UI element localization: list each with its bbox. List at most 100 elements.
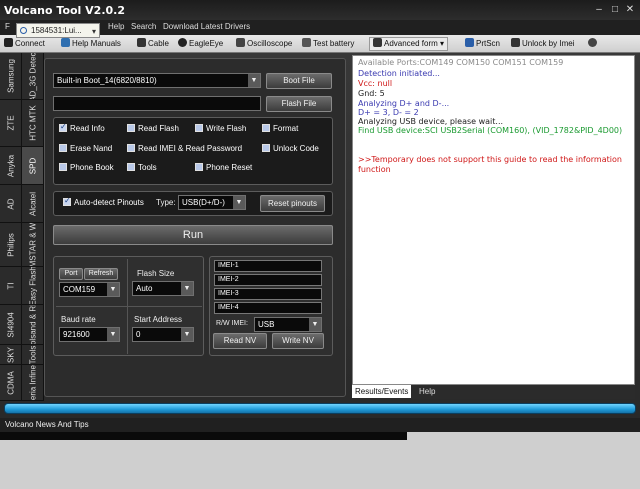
tab-tools[interactable]: Tools xyxy=(22,345,44,365)
checkbox-mark xyxy=(59,122,67,132)
tools-checkbox[interactable]: Tools xyxy=(127,163,157,172)
log-line: >>Temporary does not support this guide … xyxy=(358,155,622,164)
port-select[interactable]: COM159 ▼ xyxy=(59,282,120,297)
advanced-form-button[interactable]: Advanced form ▾ xyxy=(369,37,449,51)
tab-ad3g-detect[interactable]: AD_3G Detect xyxy=(22,53,44,100)
eject-icon xyxy=(4,38,13,47)
tab-results-events[interactable]: Results/Events xyxy=(352,385,412,398)
title-bar: Volcano Tool V2.0.2 – □ ✕ xyxy=(0,0,640,20)
close-button[interactable]: ✕ xyxy=(625,5,635,15)
refresh-button[interactable]: Refresh xyxy=(84,268,118,280)
tab-mstar[interactable]: MSTAR & W xyxy=(22,223,44,267)
chevron-down-icon: ▼ xyxy=(233,196,245,209)
read-imei-password-checkbox[interactable]: Read IMEI & Read Password xyxy=(127,144,242,153)
chevron-down-icon: ▾ xyxy=(440,39,445,48)
auto-detect-checkbox[interactable]: Auto-detect Pinouts xyxy=(63,196,144,207)
minimize-button[interactable]: – xyxy=(594,5,604,15)
connect-button[interactable]: Connect xyxy=(4,38,45,50)
gear-icon xyxy=(588,38,597,47)
rw-imei-select[interactable]: USB ▼ xyxy=(254,317,322,332)
settings-gear-button[interactable] xyxy=(588,38,599,50)
tab-spd[interactable]: SPD xyxy=(22,147,44,185)
boot-select[interactable]: Built-in Boot_14(6820/8810) ▼ xyxy=(53,73,261,88)
tab-coolsand-rda[interactable]: Coolsand & RDA xyxy=(22,305,44,345)
tab-cdma[interactable]: CDMA xyxy=(0,365,22,401)
unlock-imei-button[interactable]: Unlock by Imei xyxy=(511,38,574,50)
erase-nand-checkbox[interactable]: Erase Nand xyxy=(59,144,112,153)
log-line: Analyzing USB device, please wait... xyxy=(358,117,504,126)
write-nv-button[interactable]: Write NV xyxy=(272,333,324,349)
phone-reset-checkbox[interactable]: Phone Reset xyxy=(195,163,252,172)
help-manuals-button[interactable]: Help Manuals xyxy=(61,38,121,50)
checkbox-mark xyxy=(127,144,135,152)
results-log: Available Ports:COM149 COM150 COM151 COM… xyxy=(352,55,635,385)
brand-tabs: Samsung AD_3G Detect ZTE HTC MTK Anyka S… xyxy=(0,53,44,401)
screenshot-icon xyxy=(465,38,474,47)
reset-pinouts-button[interactable]: Reset pinouts xyxy=(260,195,325,212)
chevron-down-icon: ▼ xyxy=(107,283,119,296)
oscilloscope-icon xyxy=(236,38,245,47)
tab-ti[interactable]: TI xyxy=(0,267,22,305)
imei-3-field[interactable]: IMEI-3 xyxy=(214,288,322,300)
flash-path-field[interactable] xyxy=(53,96,261,111)
chevron-down-icon: ▼ xyxy=(181,328,193,341)
menu-download-drivers[interactable]: Download Latest Drivers xyxy=(163,22,250,31)
menu-file[interactable]: F xyxy=(5,22,10,31)
port-tab[interactable]: Port xyxy=(59,268,83,280)
chevron-down-icon: ▼ xyxy=(107,328,119,341)
maximize-button[interactable]: □ xyxy=(610,5,620,15)
log-line: Available Ports:COM149 COM150 COM151 COM… xyxy=(358,58,564,67)
prtscn-button[interactable]: PrtScn xyxy=(465,38,500,50)
tab-si4904[interactable]: SI4904 xyxy=(0,305,22,345)
tab-xperia-infineon[interactable]: Xperia Infineon xyxy=(22,365,44,401)
bottom-area xyxy=(0,432,640,489)
tab-htc-mtk[interactable]: HTC MTK xyxy=(22,100,44,147)
flash-file-button[interactable]: Flash File xyxy=(266,96,332,112)
window-title: Volcano Tool V2.0.2 xyxy=(4,4,125,17)
imei-4-field[interactable]: IMEI-4 xyxy=(214,302,322,314)
flash-size-select[interactable]: Auto ▼ xyxy=(132,281,194,296)
tab-philips[interactable]: Philips xyxy=(0,223,22,267)
checkbox-mark xyxy=(59,163,67,171)
menu-help[interactable]: Help xyxy=(108,22,124,31)
menu-search[interactable]: Search xyxy=(131,22,156,31)
start-address-select[interactable]: 0 ▼ xyxy=(132,327,194,342)
read-nv-button[interactable]: Read NV xyxy=(213,333,267,349)
oscilloscope-button[interactable]: Oscilloscope xyxy=(236,38,292,50)
phone-book-checkbox[interactable]: Phone Book xyxy=(59,163,114,172)
news-bar: Volcano News And Tips xyxy=(0,418,640,432)
flash-size-label: Flash Size xyxy=(137,269,175,278)
tab-ad[interactable]: AD xyxy=(0,185,22,223)
chevron-down-icon: ▼ xyxy=(181,282,193,295)
tab-anyka[interactable]: Anyka xyxy=(0,147,22,185)
test-battery-button[interactable]: Test battery xyxy=(302,38,354,50)
read-flash-checkbox[interactable]: Read Flash xyxy=(127,124,179,133)
tab-zte[interactable]: ZTE xyxy=(0,100,22,147)
eagleeye-button[interactable]: EagleEye xyxy=(178,38,223,50)
checkbox-mark xyxy=(195,163,203,171)
baud-rate-select[interactable]: 921600 ▼ xyxy=(59,327,120,342)
tab-samsung[interactable]: Samsung xyxy=(0,53,22,100)
imei-2-field[interactable]: IMEI-2 xyxy=(214,274,322,286)
session-popup[interactable]: 1584531:Lui... ▾ xyxy=(16,23,100,38)
progress-bar xyxy=(4,403,636,414)
tab-alcatel[interactable]: Alcatel xyxy=(22,185,44,223)
start-address-label: Start Address xyxy=(134,315,183,324)
checkbox-mark xyxy=(127,163,135,171)
log-line: D+ = 3, D- = 2 xyxy=(358,108,419,117)
checkbox-mark xyxy=(63,196,71,206)
log-line: Find USB device:SCI USB2Serial (COM160),… xyxy=(358,126,623,135)
type-select[interactable]: USB(D+/D-) ▼ xyxy=(178,195,246,210)
read-info-checkbox[interactable]: Read Info xyxy=(59,122,105,133)
format-checkbox[interactable]: Format xyxy=(262,124,298,133)
tab-easy-flash[interactable]: Easy Flash xyxy=(22,267,44,305)
tab-sky[interactable]: SKY xyxy=(0,345,22,365)
write-flash-checkbox[interactable]: Write Flash xyxy=(195,124,246,133)
tab-help[interactable]: Help xyxy=(416,385,438,398)
boot-file-button[interactable]: Boot File xyxy=(266,73,332,89)
checkbox-mark xyxy=(262,124,270,132)
run-button[interactable]: Run xyxy=(53,225,333,245)
imei-1-field[interactable]: IMEI-1 xyxy=(214,260,322,272)
unlock-code-checkbox[interactable]: Unlock Code xyxy=(262,144,319,153)
cable-button[interactable]: Cable xyxy=(137,38,169,50)
